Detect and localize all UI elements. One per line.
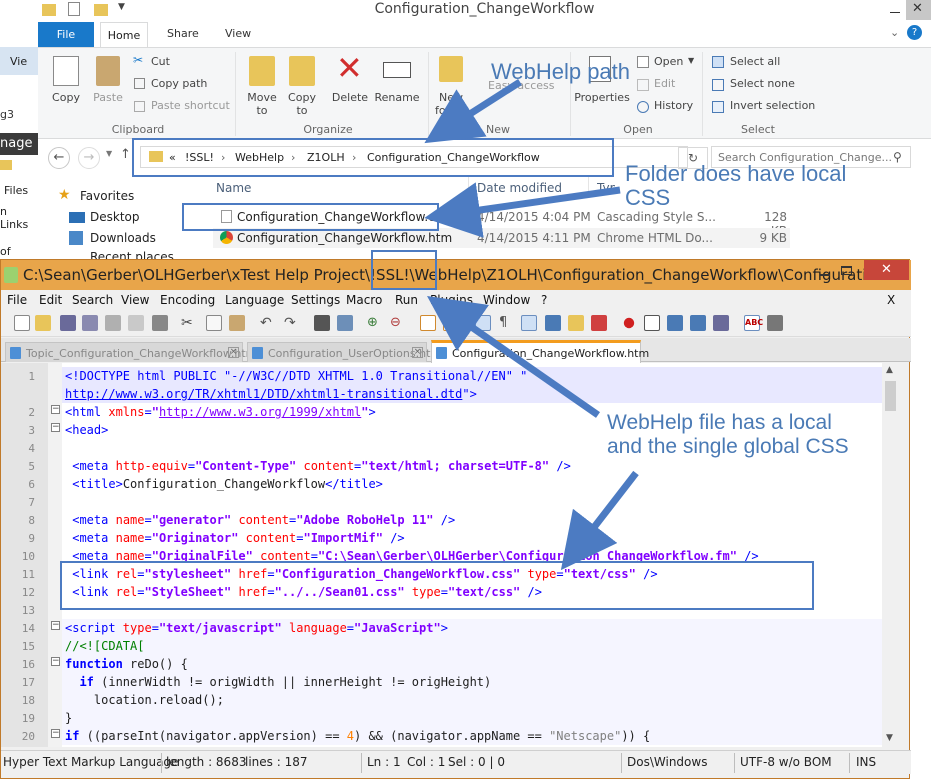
arrow-to-webhelp (427, 296, 600, 418)
arrow-to-path (424, 79, 522, 144)
annotation-arrows (424, 79, 639, 571)
arrow-to-links (560, 470, 639, 571)
arrow-to-css-file (424, 182, 621, 238)
